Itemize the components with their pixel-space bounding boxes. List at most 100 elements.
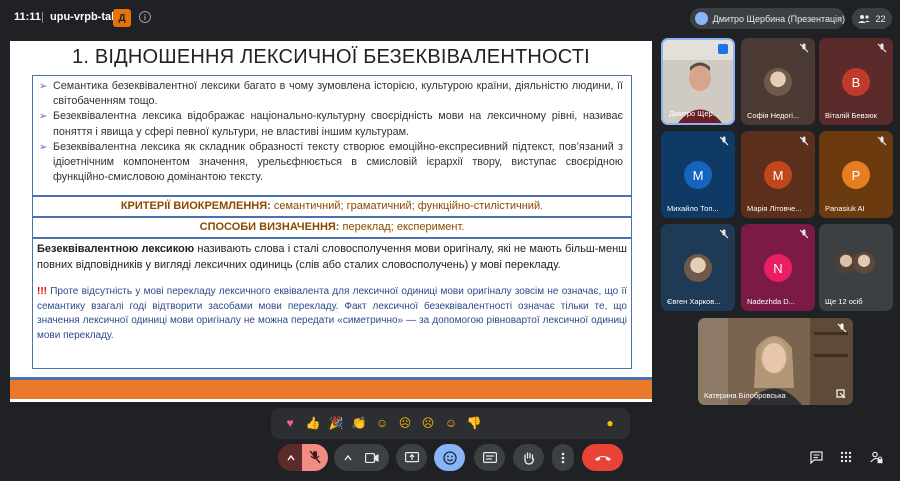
participant-name: Ще 12 осіб	[825, 297, 863, 306]
participant-tile[interactable]: Ще 12 осіб	[819, 224, 893, 311]
participant-avatar: N	[764, 254, 792, 282]
mic-off-button[interactable]	[302, 444, 328, 471]
clapping-emoji[interactable]: 👏	[350, 414, 368, 432]
participant-name: Михайло Топ...	[667, 204, 719, 213]
participant-avatar	[853, 252, 875, 274]
mic-off-icon	[799, 43, 809, 53]
heart-emoji[interactable]: ♥	[281, 414, 299, 432]
mic-off-icon	[719, 136, 729, 146]
methods-label: СПОСОБИ ВИЗНАЧЕННЯ:	[199, 221, 340, 233]
mic-off-icon	[837, 323, 847, 333]
mic-off-icon	[719, 229, 729, 239]
methods-row: СПОСОБИ ВИЗНАЧЕННЯ: переклад; експеримен…	[32, 217, 632, 238]
note-exclamation: !!!	[37, 286, 47, 297]
participant-avatar: B	[842, 68, 870, 96]
mic-off-icon	[877, 43, 887, 53]
leave-call-button[interactable]	[582, 444, 623, 471]
participant-tile[interactable]: M Михайло Топ...	[661, 131, 735, 218]
meeting-code: upu-vrpb-tab	[50, 11, 118, 23]
separator: |	[41, 11, 44, 23]
participant-name: Марія Літовче...	[747, 204, 802, 213]
shared-presentation-slide: 1. ВІДНОШЕННЯ ЛЕКСИЧНОЇ БЕЗЕКВІВАЛЕНТНОС…	[10, 41, 652, 402]
thumbs-down-emoji[interactable]: 👎	[465, 414, 483, 432]
participant-name: Panasiuk AI	[825, 204, 865, 213]
criteria-row: КРИТЕРІЇ ВИОКРЕМЛЕННЯ: семантичний; грам…	[32, 196, 632, 217]
thumbs-up-emoji[interactable]: 👍	[304, 414, 322, 432]
participant-tile[interactable]: N Nadezhda D...	[741, 224, 815, 311]
raise-hand-icon	[523, 451, 534, 465]
present-screen-button[interactable]	[396, 444, 427, 471]
slide-bullet: Безеквівалентна лексика як складник обра…	[39, 140, 623, 186]
surprised-emoji[interactable]: ☹	[396, 414, 414, 432]
microphone-toggle-group[interactable]	[278, 444, 328, 471]
more-vertical-icon	[561, 452, 565, 463]
participant-tile[interactable]: M Марія Літовче...	[741, 131, 815, 218]
participant-name: Катерина Білобровська	[704, 391, 786, 400]
more-options-button[interactable]	[552, 444, 574, 471]
participant-tile[interactable]: Євген Харков...	[661, 224, 735, 311]
chat-icon	[809, 450, 823, 464]
definition-box: Безеквівалентною лексикою називають слов…	[32, 238, 632, 369]
slide-bullets-box: Семантика безеквівалентної лексики багат…	[32, 75, 632, 196]
participant-tile[interactable]: B Віталій Бевзюк	[819, 38, 893, 125]
host-controls-button[interactable]	[865, 446, 887, 468]
meeting-time: 11:11	[14, 11, 41, 23]
participants-count: 22	[875, 13, 886, 24]
party-popper-emoji[interactable]: 🎉	[327, 414, 345, 432]
participant-name: Nadezhda D...	[747, 297, 795, 306]
note-text: Проте відсутність у мові перекладу лекси…	[37, 286, 627, 341]
participant-name: Дмитро Щер...	[669, 109, 719, 118]
note-paragraph: !!! Проте відсутність у мові перекладу л…	[37, 285, 627, 343]
laughing-emoji[interactable]: ☺	[373, 414, 391, 432]
sad-emoji[interactable]: ☹	[419, 414, 437, 432]
participant-avatar	[684, 254, 712, 282]
camera-icon[interactable]	[365, 453, 379, 463]
participant-tile[interactable]: Дмитро Щер...	[661, 38, 735, 125]
camera-toggle-group[interactable]	[334, 444, 389, 471]
participant-tile-large[interactable]: Катерина Білобровська	[698, 318, 853, 405]
mic-off-icon	[309, 450, 321, 464]
participant-avatar: P	[842, 161, 870, 189]
definition-term: Безеквівалентною лексикою	[37, 243, 195, 255]
slide-bullet: Семантика безеквівалентної лексики багат…	[39, 79, 623, 109]
mic-off-icon	[799, 136, 809, 146]
slide-bullet: Безеквівалентна лексика відображає націо…	[39, 109, 623, 139]
skin-tone-icon[interactable]: ●	[601, 414, 619, 432]
presenter-label: Дмитро Щербина (Презентація)	[712, 13, 845, 24]
apps-grid-icon	[840, 451, 852, 463]
presenting-icon[interactable]: Д	[113, 9, 131, 27]
participant-name: Віталій Бевзюк	[825, 111, 877, 120]
participants-button[interactable]: 22	[852, 8, 892, 29]
participant-avatar: M	[764, 161, 792, 189]
chat-button[interactable]	[805, 446, 827, 468]
chevron-up-icon	[287, 455, 295, 461]
mic-off-icon	[799, 229, 809, 239]
people-icon	[858, 14, 871, 23]
presenter-avatar	[695, 12, 708, 25]
info-icon[interactable]: i	[139, 11, 151, 23]
activities-button[interactable]	[835, 446, 857, 468]
reactions-bar: ♥ 👍 🎉 👏 ☺ ☹ ☹ ☺ 👎 ●	[271, 408, 630, 439]
thinking-emoji[interactable]: ☺	[442, 414, 460, 432]
host-lock-icon	[869, 451, 882, 463]
participant-name: Софія Недогі...	[747, 111, 800, 120]
criteria-value: семантичний; граматичний; функційно-стил…	[270, 200, 544, 212]
send-reaction-button[interactable]	[434, 444, 465, 471]
presenter-chip[interactable]: Дмитро Щербина (Презентація)	[690, 8, 845, 29]
raise-hand-button[interactable]	[513, 444, 544, 471]
captions-button[interactable]	[474, 444, 505, 471]
definition-paragraph: Безеквівалентною лексикою називають слов…	[37, 242, 627, 273]
google-meet-logo	[718, 44, 728, 54]
participant-avatar	[764, 68, 792, 96]
slide-title: 1. ВІДНОШЕННЯ ЛЕКСИЧНОЇ БЕЗЕКВІВАЛЕНТНОС…	[72, 46, 590, 68]
smiley-icon	[442, 450, 457, 465]
participant-avatar: M	[684, 161, 712, 189]
chevron-up-icon[interactable]	[344, 455, 352, 461]
methods-value: переклад; експеримент.	[339, 221, 465, 233]
mic-options-button[interactable]	[278, 444, 303, 471]
present-screen-icon	[404, 451, 419, 462]
captions-icon	[482, 452, 497, 463]
participant-tile[interactable]: P Panasiuk AI	[819, 131, 893, 218]
participant-tile[interactable]: Софія Недогі...	[741, 38, 815, 125]
pin-icon[interactable]	[836, 389, 846, 399]
